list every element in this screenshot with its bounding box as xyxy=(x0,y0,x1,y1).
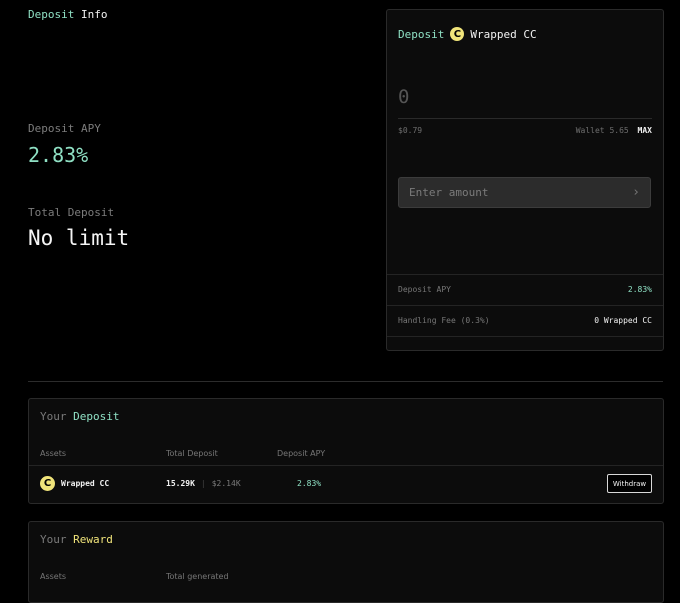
reward-col-assets: Assets xyxy=(40,572,67,581)
deposit-amount-display: 0 xyxy=(398,86,410,108)
amount-underline xyxy=(398,118,652,119)
table-row-asset: C Wrapped CC xyxy=(40,476,109,491)
apy-label: Deposit APY xyxy=(28,122,101,135)
row-total-usd: $2.14K xyxy=(211,479,241,488)
max-button[interactable]: MAX xyxy=(638,126,652,135)
wrapped-cc-coin-icon: C xyxy=(450,27,465,41)
wallet-balance: Wallet 5.65 MAX xyxy=(576,126,652,135)
your-deposit-title-a: Your xyxy=(40,410,67,423)
enter-amount-button[interactable]: Enter amount › xyxy=(398,177,651,208)
row-total-deposit: 15.29K | $2.14K xyxy=(166,479,241,488)
deposit-apy-row-label: Deposit APY xyxy=(398,285,451,294)
deposit-info-title-b: Info xyxy=(80,8,108,21)
wallet-label: Wallet xyxy=(575,126,605,135)
your-reward-title: Your Reward xyxy=(40,533,113,546)
section-divider xyxy=(28,381,663,382)
your-reward-panel: Your Reward Assets Total generated xyxy=(28,521,664,603)
col-total-deposit: Total Deposit xyxy=(166,449,218,458)
your-reward-title-b: Reward xyxy=(73,533,113,546)
total-deposit-value: No limit xyxy=(28,226,130,250)
total-deposit-label: Total Deposit xyxy=(28,206,115,219)
table-header-line xyxy=(29,465,663,466)
handling-fee-row: Handling Fee (0.3%) 0 Wrapped CC xyxy=(387,305,663,335)
deposit-apy-row-value: 2.83% xyxy=(627,285,652,294)
deposit-card: Deposit C Wrapped CC 0 $0.79 Wallet 5.65… xyxy=(386,9,664,351)
row-separator: | xyxy=(200,479,206,488)
row-asset-name: Wrapped CC xyxy=(61,479,110,488)
row-total-value: 15.29K xyxy=(166,479,195,488)
deposit-card-asset: Wrapped CC xyxy=(470,27,537,41)
deposit-info-title-a: Deposit xyxy=(28,8,75,21)
your-deposit-title-b: Deposit xyxy=(73,410,120,423)
col-deposit-apy: Deposit APY xyxy=(277,449,326,458)
your-deposit-panel: Your Deposit Assets Total Deposit Deposi… xyxy=(28,398,664,504)
wrapped-cc-coin-icon: C xyxy=(40,476,55,491)
your-reward-title-a: Your xyxy=(40,533,67,546)
card-footer-row xyxy=(387,336,663,350)
enter-amount-label: Enter amount xyxy=(409,186,489,199)
your-deposit-title: Your Deposit xyxy=(40,410,119,423)
col-assets: Assets xyxy=(40,449,67,458)
handling-fee-label: Handling Fee (0.3%) xyxy=(398,316,490,325)
wallet-balance-value: 5.65 xyxy=(609,126,629,135)
usd-value: $0.79 xyxy=(398,126,423,135)
chevron-right-icon: › xyxy=(632,185,640,200)
deposit-info-title: Deposit Info xyxy=(28,8,107,21)
row-apy: 2.83% xyxy=(297,479,322,488)
reward-col-total-generated: Total generated xyxy=(166,572,229,581)
withdraw-button[interactable]: Withdraw xyxy=(607,474,652,493)
deposit-card-header: Deposit C Wrapped CC xyxy=(398,27,537,41)
deposit-apy-row: Deposit APY 2.83% xyxy=(387,274,663,304)
apy-value: 2.83% xyxy=(28,143,89,167)
deposit-card-label: Deposit xyxy=(398,27,445,41)
handling-fee-value: 0 Wrapped CC xyxy=(594,316,652,325)
